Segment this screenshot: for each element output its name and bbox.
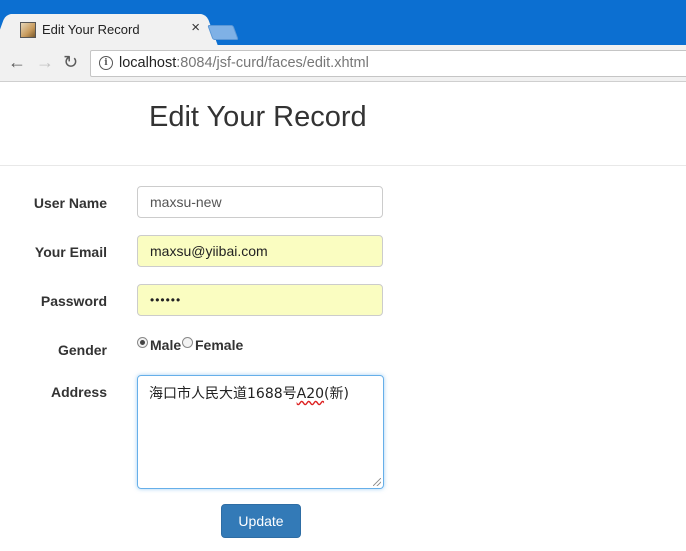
browser-tab[interactable]: Edit Your Record × — [6, 14, 206, 45]
address-text: 海口市人民大道1688号 — [149, 386, 297, 402]
update-button[interactable]: Update — [221, 504, 301, 538]
address-text-suffix: (新) — [324, 386, 349, 402]
forward-icon[interactable]: → — [36, 53, 54, 71]
password-input[interactable]: •••••• — [137, 284, 383, 316]
url-path: :8084/jsf-curd/faces/edit.xhtml — [176, 55, 369, 71]
browser-titlebar: Edit Your Record × — [0, 0, 686, 45]
back-icon[interactable]: ← — [8, 53, 26, 71]
gender-label: Gender — [57, 342, 107, 358]
gender-female-label[interactable]: Female — [195, 337, 243, 353]
favicon-icon — [20, 22, 36, 38]
address-label: Address — [50, 384, 107, 400]
url-host: localhost — [119, 55, 177, 71]
reload-icon[interactable]: ↻ — [63, 53, 78, 71]
resize-handle-icon[interactable] — [373, 478, 381, 486]
email-label: Your Email — [34, 244, 107, 260]
new-tab-button[interactable] — [207, 25, 239, 40]
password-label: Password — [40, 293, 107, 309]
username-input[interactable]: maxsu-new — [137, 186, 383, 218]
tab-title: Edit Your Record — [42, 22, 140, 37]
username-label: User Name — [33, 195, 107, 211]
address-bar[interactable]: i localhost:8084/jsf-curd/faces/edit.xht… — [90, 50, 686, 77]
gender-male-label[interactable]: Male — [150, 337, 181, 353]
gender-female-radio[interactable] — [182, 337, 193, 348]
header-divider — [0, 165, 686, 166]
gender-male-radio[interactable] — [137, 337, 148, 348]
browser-toolbar: ← → ↻ i localhost:8084/jsf-curd/faces/ed… — [0, 45, 686, 82]
address-textarea[interactable]: 海口市人民大道1688号A20(新) — [137, 375, 384, 489]
address-spellcheck-text: A20 — [296, 386, 325, 402]
email-input[interactable]: maxsu@yiibai.com — [137, 235, 383, 267]
close-tab-icon[interactable]: × — [191, 20, 200, 36]
info-icon[interactable]: i — [99, 56, 113, 70]
url-text[interactable]: localhost:8084/jsf-curd/faces/edit.xhtml — [119, 55, 369, 71]
page-title: Edit Your Record — [149, 101, 367, 133]
